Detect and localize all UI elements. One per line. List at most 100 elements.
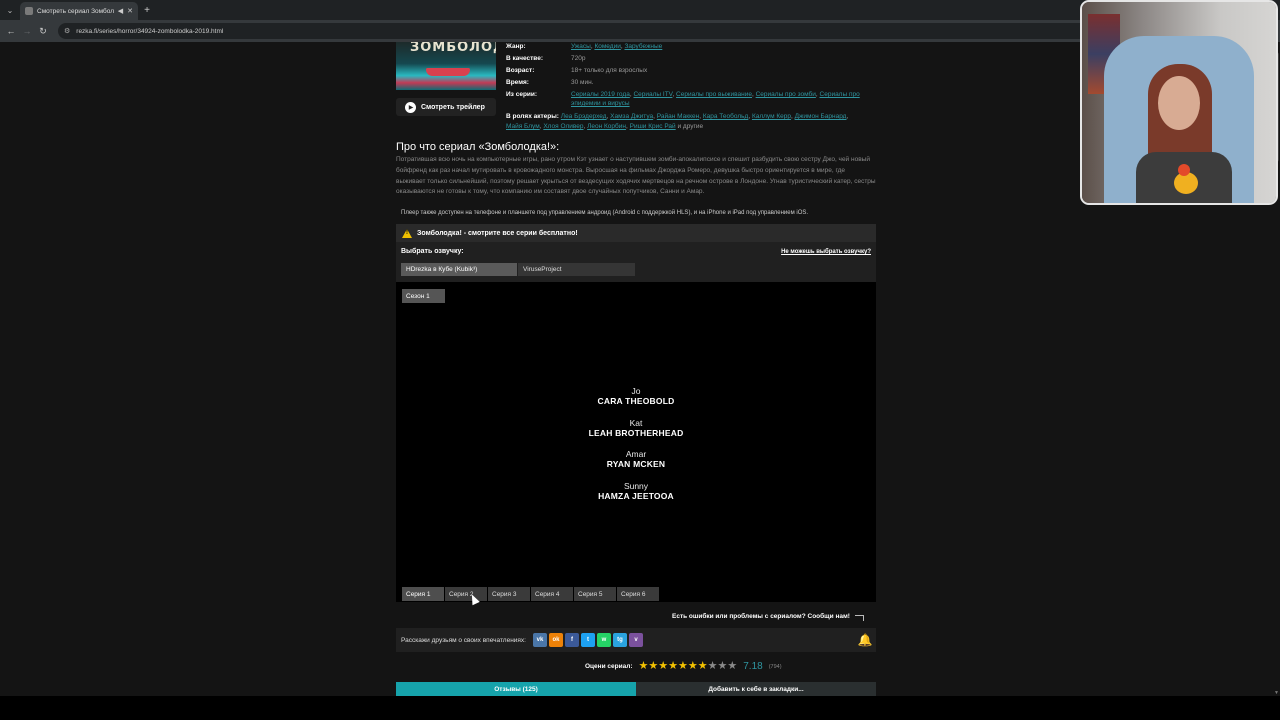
twitter-icon[interactable]: t	[581, 633, 595, 647]
voice-option-viruseproject[interactable]: ViruseProject	[518, 263, 635, 276]
voice-help-link[interactable]: Не можешь выбрать озвучку?	[781, 249, 871, 255]
poster-title: ЗОМБОЛОДКА!	[410, 42, 496, 55]
star-icon[interactable]: ★	[678, 661, 688, 672]
series-link[interactable]: Сериалы про зомби	[756, 91, 816, 98]
favicon-icon	[25, 7, 33, 15]
facebook-icon[interactable]: f	[565, 633, 579, 647]
rating-stars[interactable]: ★ ★ ★ ★ ★ ★ ★ ★ ★ ★	[639, 661, 738, 672]
episode-button[interactable]: Серия 3	[488, 587, 530, 601]
actor-link[interactable]: Леон Корбин	[587, 123, 626, 130]
warning-text: Зомболодка! - смотрите все серии бесплат…	[417, 229, 578, 237]
tab-title: Смотреть сериал Зомбол...	[37, 7, 114, 15]
reviews-button[interactable]: Отзывы (125)	[396, 682, 636, 696]
info-series-key: Из серии:	[506, 91, 538, 98]
actor-link[interactable]: Райан Маккен	[657, 113, 699, 120]
trailer-button[interactable]: ▶ Смотреть трейлер	[396, 98, 496, 116]
star-icon[interactable]: ★	[718, 661, 728, 672]
episode-button[interactable]: Серия 2	[445, 587, 487, 601]
info-time-row: Время: 30 мин.	[506, 78, 871, 87]
actor-link[interactable]: Майя Блум	[506, 123, 540, 130]
actor-link[interactable]: Риши Крис Рай	[630, 123, 676, 130]
episode-button[interactable]: Серия 6	[617, 587, 659, 601]
genre-link[interactable]: Зарубежные	[624, 43, 662, 50]
rating-value: 7.18	[743, 661, 763, 672]
info-cast-value-2: Майя Блум, Хлоя Оливер, Леон Корбин, Риш…	[506, 123, 704, 130]
actor-link[interactable]: Кара Теобольд	[703, 113, 748, 120]
credit-name: RYAN MCKEN	[606, 459, 666, 470]
poster-image: ЗОМБОЛОДКА!	[396, 42, 496, 90]
browser-tab[interactable]: Смотреть сериал Зомбол... ◀ ✕	[20, 2, 138, 20]
voice-option-kubik[interactable]: HDrezka в Кубе (Kubik³)	[401, 263, 517, 276]
speaker-icon[interactable]: ◀	[118, 7, 123, 15]
credit-name: CARA THEOBOLD	[597, 396, 675, 406]
screen: ⌄ Смотреть сериал Зомбол... ◀ ✕ + ← → ↻ …	[0, 0, 1280, 720]
star-icon[interactable]: ★	[648, 661, 658, 672]
info-series-row: Из серии: Сериалы 2019 года, Сериалы ITV…	[506, 90, 871, 108]
webcam-parrot-head	[1178, 164, 1190, 176]
star-icon[interactable]: ★	[708, 661, 718, 672]
warning-icon: !	[402, 228, 412, 238]
season-button[interactable]: Сезон 1	[402, 289, 445, 303]
reload-icon[interactable]: ↻	[36, 24, 50, 38]
rating-row: Оцени сериал: ★ ★ ★ ★ ★ ★ ★ ★ ★ ★ 7.18 (794)	[585, 661, 782, 673]
genre-link[interactable]: Ужасы	[571, 43, 591, 50]
close-icon[interactable]: ✕	[127, 7, 133, 15]
actor-link[interactable]: Хлоя Оливер	[543, 123, 583, 130]
vk-icon[interactable]: vk	[533, 633, 547, 647]
info-age-key: Возраст:	[506, 67, 535, 74]
rating-count: (794)	[768, 663, 782, 670]
tab-search-icon[interactable]: ⌄	[0, 0, 20, 20]
video-player[interactable]: Сезон 1 Jo CARA THEOBOLD Kat LEAH BROTHE…	[396, 282, 876, 602]
info-time-value: 30 мин.	[571, 79, 594, 86]
info-cast-row: В ролях актеры: Леа Брэдерхед, Хамза Джи…	[506, 112, 876, 121]
info-quality-key: В качестве:	[506, 55, 543, 62]
ok-icon[interactable]: ok	[549, 633, 563, 647]
play-icon: ▶	[405, 101, 416, 113]
bottom-strip	[0, 696, 1280, 720]
address-bar[interactable]: ⚙ rezka.fi/series/horror/34924-zombolodk…	[58, 23, 1118, 39]
back-icon[interactable]: ←	[4, 24, 18, 38]
bookmark-button[interactable]: Добавить к себе в закладки...	[636, 682, 876, 696]
actor-link[interactable]: Джимон Барнард	[795, 113, 847, 120]
credit-role: Sunny	[623, 480, 649, 491]
series-link[interactable]: Сериалы 2019 года	[571, 91, 630, 98]
episode-button[interactable]: Серия 1	[402, 587, 444, 601]
actor-link[interactable]: Хамза Джитуа	[610, 113, 653, 120]
star-icon[interactable]: ★	[668, 661, 678, 672]
info-age-row: Возраст: 18+ только для взрослых	[506, 66, 871, 75]
star-icon[interactable]: ★	[658, 661, 668, 672]
voice-selector: Выбрать озвучку: Не можешь выбрать озвуч…	[396, 242, 876, 282]
report-link[interactable]: Есть ошибки или проблемы с сериалом? Соо…	[672, 613, 850, 620]
star-icon[interactable]: ★	[639, 661, 649, 672]
genre-link[interactable]: Комедии	[594, 43, 620, 50]
new-tab-icon[interactable]: +	[138, 5, 156, 16]
info-age-value: 18+ только для взрослых	[571, 67, 648, 74]
rating-label: Оцени сериал:	[585, 663, 633, 670]
star-icon[interactable]: ★	[727, 661, 737, 672]
share-bar: Расскажи друзьям о своих впечатлениях: v…	[396, 628, 876, 652]
site-info-icon[interactable]: ⚙	[64, 27, 70, 35]
info-quality-row: В качестве: 720p	[506, 54, 871, 63]
episode-button[interactable]: Серия 4	[531, 587, 573, 601]
poster-boat	[426, 68, 470, 76]
viber-icon[interactable]: v	[629, 633, 643, 647]
telegram-icon[interactable]: tg	[613, 633, 627, 647]
voice-label: Выбрать озвучку:	[401, 248, 464, 255]
cast-more: и другие	[677, 123, 704, 130]
whatsapp-icon[interactable]: w	[597, 633, 611, 647]
actor-link[interactable]: Леа Брэдерхед	[561, 113, 607, 120]
forward-icon[interactable]: →	[20, 24, 34, 38]
star-icon[interactable]: ★	[698, 661, 708, 672]
webcam-face	[1158, 76, 1200, 130]
notification-bell-icon[interactable]: 🔔	[857, 632, 873, 648]
info-genre-row: Жанр: Ужасы, Комедии, Зарубежные	[506, 42, 871, 51]
star-icon[interactable]: ★	[688, 661, 698, 672]
warning-bar: ! Зомболодка! - смотрите все серии беспл…	[396, 224, 876, 242]
share-label: Расскажи друзьям о своих впечатлениях:	[401, 636, 526, 644]
credit-role: Jo	[631, 386, 641, 396]
info-cast-value: В ролях актеры: Леа Брэдерхед, Хамза Джи…	[506, 113, 849, 120]
series-link[interactable]: Сериалы ITV	[633, 91, 672, 98]
episode-button[interactable]: Серия 5	[574, 587, 616, 601]
series-link[interactable]: Сериалы про выживание	[676, 91, 752, 98]
actor-link[interactable]: Каллум Керр	[752, 113, 791, 120]
